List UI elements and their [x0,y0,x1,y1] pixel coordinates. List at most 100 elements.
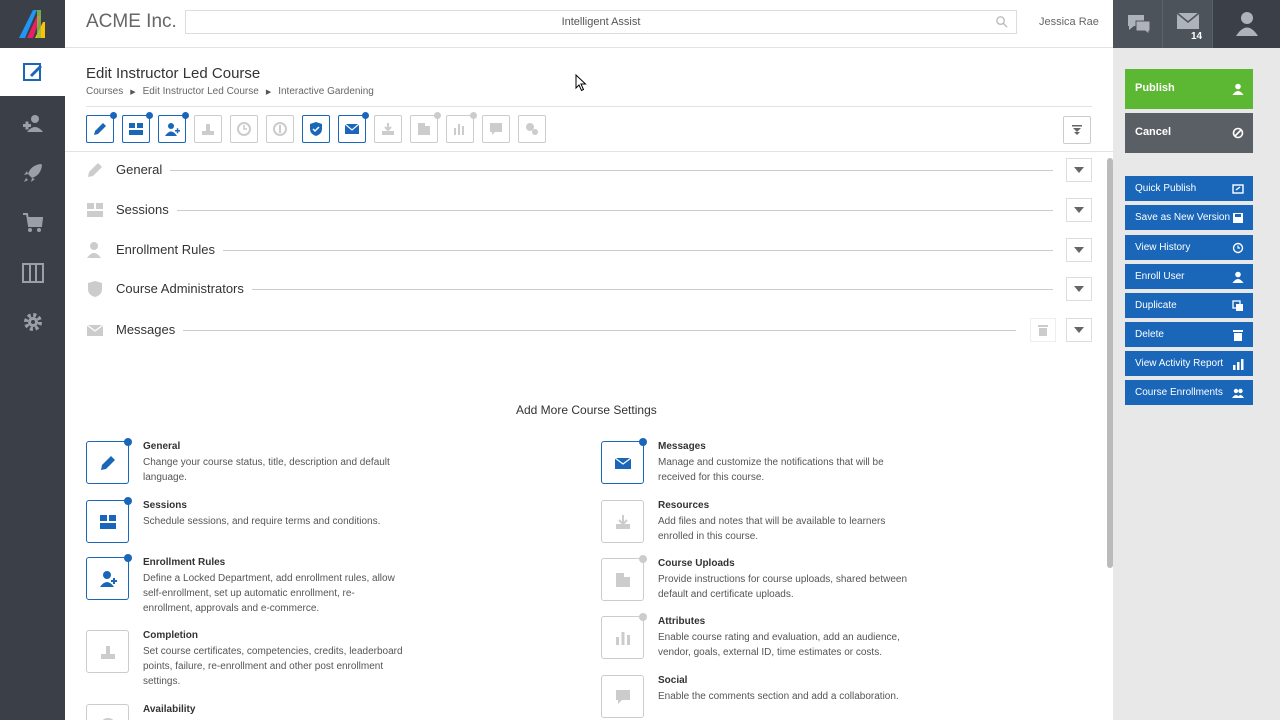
search-icon[interactable] [995,15,1008,28]
setting-card-availability[interactable]: Availability [86,704,546,720]
setting-attributes-button[interactable] [601,613,647,659]
section-sessions[interactable]: Sessions [86,198,1092,222]
rocket-icon [23,164,42,182]
action-label: Duplicate [1135,300,1177,311]
inactive-dot [639,613,647,621]
setting-card-course-uploads[interactable]: Course Uploads Provide instructions for … [601,555,1061,608]
nav-store[interactable] [0,199,65,247]
toolbar-integrations[interactable] [518,115,546,143]
toolbar-enrollment-rules[interactable] [158,112,189,143]
ban-icon [1232,127,1244,139]
mouse-cursor [575,74,587,92]
history-icon [1232,242,1244,253]
breadcrumb-edit[interactable]: Edit Instructor Led Course [143,86,259,97]
setting-card-completion[interactable]: Completion Set course certificates, comp… [86,630,546,687]
enroll-user-button[interactable]: Enroll User [1125,264,1253,289]
section-divider [116,250,1053,251]
section-label: Sessions [116,202,177,217]
duplicate-button[interactable]: Duplicate [1125,293,1253,318]
setting-general-button[interactable] [86,438,132,484]
mail-icon [1176,12,1199,29]
save-as-new-version-button[interactable]: Save as New Version [1125,205,1253,230]
section-course-administrators[interactable]: Course Administrators [86,277,1092,301]
setting-title: Course Uploads [658,558,735,569]
toolbar-resources[interactable] [374,115,402,143]
setting-card-general[interactable]: General Change your course status, title… [86,438,546,491]
setting-card-enrollment-rules[interactable]: Enrollment Rules Define a Locked Departm… [86,554,546,614]
inactive-dot [639,555,647,563]
add-more-settings-title: Add More Course Settings [516,403,657,417]
expand-enrollment-rules-button[interactable] [1066,238,1092,262]
setting-course-uploads-button[interactable] [601,555,647,601]
active-dot [639,438,647,446]
view-history-button[interactable]: View History [1125,235,1253,260]
nav-reports[interactable] [0,249,65,297]
setting-messages-button[interactable] [601,438,647,484]
toolbar-completion[interactable] [194,115,222,143]
toolbar-messages[interactable] [338,112,369,143]
toolbar-availability[interactable] [230,115,258,143]
setting-sessions-button[interactable] [86,497,132,543]
expand-general-button[interactable] [1066,158,1092,182]
nav-users[interactable] [0,100,65,148]
course-enrollments-button[interactable]: Course Enrollments [1125,380,1253,405]
toolbar-sessions[interactable] [122,112,153,143]
nav-launch[interactable] [0,149,65,197]
acme-logo[interactable] [15,8,53,40]
setting-description: Change your course status, title, descri… [143,457,390,483]
setting-card-attributes[interactable]: Attributes Enable course rating and eval… [601,613,1061,666]
breadcrumb-courses[interactable]: Courses [86,86,123,97]
setting-card-sessions[interactable]: Sessions Schedule sessions, and require … [86,497,546,550]
setting-card-resources[interactable]: Resources Add files and notes that will … [601,500,1061,550]
nav-courses[interactable] [0,48,65,96]
setting-resources-button[interactable] [601,500,644,543]
expand-administrators-button[interactable] [1066,277,1092,301]
expand-messages-button[interactable] [1066,318,1092,342]
toolbar-course-uploads[interactable] [410,112,441,143]
mail-button[interactable]: 14 [1163,0,1213,48]
setting-card-social[interactable]: Social Enable the comments section and a… [601,675,1061,720]
section-label: Course Administrators [116,281,252,296]
active-dot [110,112,117,119]
search-input[interactable]: Intelligent Assist [185,10,1017,34]
section-toolbar [86,112,546,143]
action-label: Delete [1135,329,1164,340]
setting-completion-button[interactable] [86,630,129,673]
double-chevron-down-icon [1072,125,1082,135]
action-label: Save as New Version [1135,212,1231,223]
company-name: ACME Inc. [86,11,177,32]
chevron-down-icon [1074,286,1084,292]
toolbar-prerequisites[interactable] [266,115,294,143]
view-activity-report-button[interactable]: View Activity Report [1125,351,1253,376]
section-messages[interactable]: Messages [86,318,1092,342]
trash-icon [1233,329,1243,341]
setting-description: Enable course rating and evaluation, add… [658,632,900,658]
expand-sessions-button[interactable] [1066,198,1092,222]
chat-button[interactable] [1113,0,1163,48]
publish-button[interactable]: Publish [1125,69,1253,109]
profile-button[interactable] [1213,0,1280,48]
sessions-icon [129,123,143,135]
quick-publish-button[interactable]: Quick Publish [1125,176,1253,201]
section-enrollment-rules[interactable]: Enrollment Rules [86,238,1092,262]
user-name[interactable]: Jessica Rae [1039,16,1099,28]
cancel-button[interactable]: Cancel [1125,113,1253,153]
section-divider [116,289,1053,290]
toolbar-attributes[interactable] [446,112,477,143]
toolbar-general[interactable] [86,112,117,143]
setting-social-button[interactable] [601,675,644,718]
cart-icon [22,213,43,232]
delete-button[interactable]: Delete [1125,322,1253,347]
chat-icon [1127,15,1150,35]
setting-availability-button[interactable] [86,704,129,720]
clock-icon [101,717,114,720]
setting-enrollment-rules-button[interactable] [86,554,132,600]
toolbar-administrators[interactable] [302,115,330,143]
collapse-all-button[interactable] [1063,116,1091,144]
pencil-icon [88,163,102,177]
nav-settings[interactable] [0,298,65,346]
setting-card-messages[interactable]: Messages Manage and customize the notifi… [601,438,1061,491]
section-general[interactable]: General [86,158,1092,182]
toolbar-social[interactable] [482,115,510,143]
delete-messages-button[interactable] [1030,318,1056,342]
